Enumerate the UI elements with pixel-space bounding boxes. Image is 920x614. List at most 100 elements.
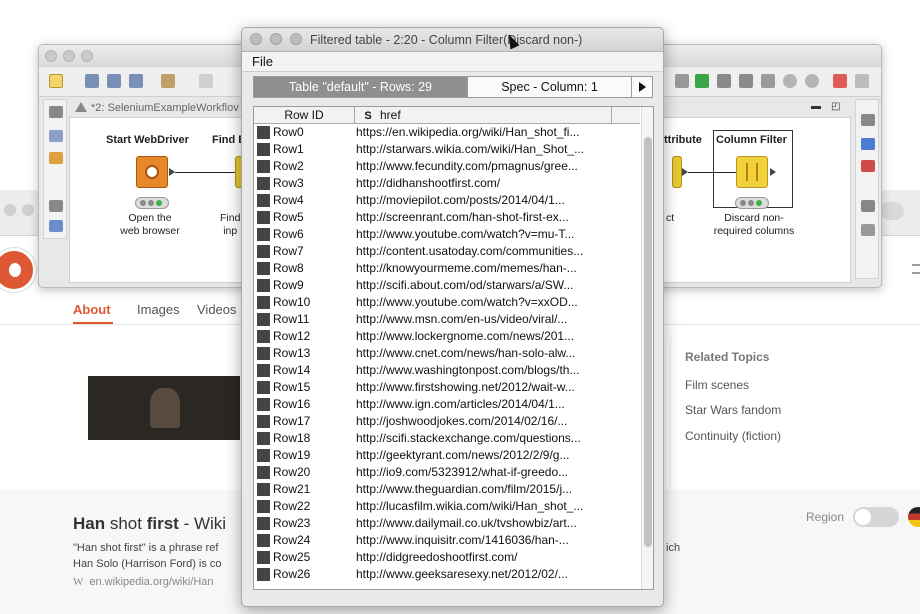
table-row[interactable]: Row2 http://www.fecundity.com/pmagnus/gre… [254,158,640,175]
row-id-cell: Row6 [273,227,304,241]
edit-icon[interactable] [161,74,175,88]
table-row[interactable]: Row22 http://lucasfilm.wikia.com/wiki/Han… [254,498,640,515]
tab-about[interactable]: About [73,302,111,317]
restore-icon[interactable] [861,114,875,126]
table-row[interactable]: Row0 https://en.wikipedia.org/wiki/Han_sh… [254,124,640,141]
table-row[interactable]: Row9 http://scifi.about.com/od/starwars/a… [254,277,640,294]
explorer-icon[interactable] [49,130,63,142]
tool-icon[interactable] [761,74,775,88]
window-close-dot[interactable] [4,204,16,216]
table-row[interactable]: Row17 http://joshwoodjokes.com/2014/02/16… [254,413,640,430]
output-port-icon[interactable] [770,168,776,176]
row-id-cell: Row7 [273,244,304,258]
execute-icon[interactable] [199,74,213,88]
restore-icon[interactable] [49,200,63,212]
table-row[interactable]: Row16 http://www.ign.com/articles/2014/04… [254,396,640,413]
table-row[interactable]: Row12 http://www.lockergnome.com/news/201… [254,328,640,345]
extract-attribute-node[interactable] [672,156,682,188]
node-icon[interactable] [739,74,753,88]
maximize-view-icon[interactable]: ◰ [831,101,840,112]
duckduckgo-logo-icon[interactable] [0,248,36,292]
table-row[interactable]: Row5 http://screenrant.com/han-shot-first… [254,209,640,226]
result-title-link[interactable]: Han shot first - Wiki [73,514,226,534]
table-row[interactable]: Row1 http://starwars.wikia.com/wiki/Han_S… [254,141,640,158]
href-cell: http://lucasfilm.wikia.com/wiki/Han_shot… [356,499,584,513]
table-row[interactable]: Row6 http://www.youtube.com/watch?v=mu-T.… [254,226,640,243]
table-row[interactable]: Row11 http://www.msn.com/en-us/video/vira… [254,311,640,328]
minimize-icon[interactable] [63,50,75,62]
minimize-icon[interactable] [270,33,282,45]
zoom-icon[interactable] [81,50,93,62]
menu-file[interactable]: File [252,54,273,69]
tab-images[interactable]: Images [137,302,180,317]
save-icon[interactable] [85,74,99,88]
row-key-icon [257,449,270,462]
table-row[interactable]: Row10 http://www.youtube.com/watch?v=xxOD… [254,294,640,311]
new-icon[interactable] [49,74,63,88]
table-row[interactable]: Row15 http://www.firstshowing.net/2012/wa… [254,379,640,396]
console-icon[interactable] [861,138,875,150]
region-toggle[interactable] [853,507,899,527]
table-row[interactable]: Row19 http://geektyrant.com/news/2012/2/9… [254,447,640,464]
node-description: Open the web browser [120,212,180,237]
junit-icon[interactable] [861,160,875,172]
table-row[interactable]: Row20 http://io9.com/5323912/what-if-gree… [254,464,640,481]
href-cell: http://www.geeksaresexy.net/2012/02/... [356,567,568,581]
step-icon[interactable] [805,74,819,88]
filtered-table-title-bar: Filtered table - 2:20 - Column Filter(Di… [242,28,663,52]
tab-spec[interactable]: Spec - Column: 1 [467,77,631,97]
window-minimize-dot[interactable] [22,204,34,216]
table-row[interactable]: Row21 http://www.theguardian.com/film/201… [254,481,640,498]
download-icon[interactable] [880,202,904,220]
table-row[interactable]: Row24 http://www.inquisitr.com/1416036/ha… [254,532,640,549]
save-all-icon[interactable] [129,74,143,88]
table-row[interactable]: Row3 http://didhanshootfirst.com/ [254,175,640,192]
layout-icon[interactable] [855,74,869,88]
table-row[interactable]: Row4 http://moviepilot.com/posts/2014/04/… [254,192,640,209]
related-topic-link[interactable]: Continuity (fiction) [685,429,781,443]
minimize-view-icon[interactable]: ▬ [811,101,821,112]
outline-icon[interactable] [49,220,63,232]
restore-icon[interactable] [861,200,875,212]
zoom-icon[interactable] [675,74,689,88]
hamburger-menu-icon[interactable] [912,264,920,274]
table-row[interactable]: Row14 http://www.washingtonpost.com/blogs… [254,362,640,379]
video-thumbnail[interactable] [88,376,240,440]
zoom-icon[interactable] [290,33,302,45]
close-icon[interactable] [45,50,57,62]
restore-icon[interactable] [49,106,63,118]
result-url[interactable]: Wen.wikipedia.org/wiki/Han [73,576,214,588]
related-topic-link[interactable]: Star Wars fandom [685,403,781,417]
add-icon[interactable] [695,74,709,88]
table-row[interactable]: Row23 http://www.dailymail.co.uk/tvshowbi… [254,515,640,532]
info-icon[interactable] [861,224,875,236]
tab-table-default[interactable]: Table "default" - Rows: 29 [254,77,467,97]
table-row[interactable]: Row7 http://content.usatoday.com/communit… [254,243,640,260]
scrollbar-thumb[interactable] [644,137,652,547]
table-tab-bar: Table "default" - Rows: 29 Spec - Column… [253,76,653,98]
save-as-icon[interactable] [107,74,121,88]
table-row[interactable]: Row26 http://www.geeksaresexy.net/2012/02… [254,566,640,583]
pause-icon[interactable] [783,74,797,88]
start-webdriver-node[interactable] [136,156,168,188]
grid-icon[interactable] [833,74,847,88]
row-key-icon [257,364,270,377]
row-id-cell: Row23 [273,516,311,530]
tab-scroll-right-icon[interactable] [631,77,652,97]
row-id-cell: Row13 [273,346,311,360]
close-icon[interactable] [250,33,262,45]
column-header-href[interactable]: Shref [356,107,612,124]
table-row[interactable]: Row8 http://knowyourmeme.com/memes/han-..… [254,260,640,277]
table-row[interactable]: Row13 http://www.cnet.com/news/han-solo-a… [254,345,640,362]
table-row[interactable]: Row25 http://didgreedoshootfirst.com/ [254,549,640,566]
vertical-scrollbar[interactable] [641,107,653,589]
related-topics-panel: Related Topics Film scenes Star Wars fan… [670,338,920,508]
table-row[interactable]: Row18 http://scifi.stackexchange.com/ques… [254,430,640,447]
related-topic-link[interactable]: Film scenes [685,378,749,392]
column-filter-node[interactable] [736,156,768,188]
tab-videos[interactable]: Videos [197,302,237,317]
repository-icon[interactable] [49,152,63,164]
row-id-cell: Row18 [273,431,311,445]
id-icon[interactable] [717,74,731,88]
column-header-row-id[interactable]: Row ID [254,107,355,124]
